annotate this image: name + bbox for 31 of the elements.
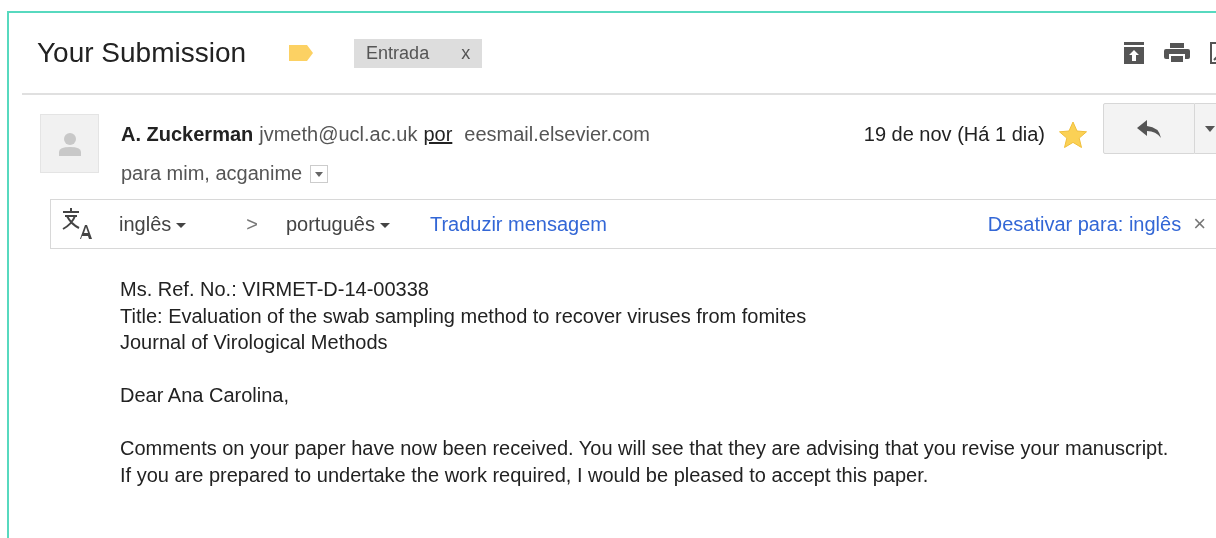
email-subject: Your Submission (37, 37, 247, 69)
star-icon[interactable] (1059, 120, 1087, 148)
reply-button[interactable] (1103, 103, 1195, 154)
details-dropdown[interactable] (310, 164, 329, 183)
message-line: Title: Evaluation of the swab sampling method to recover viruses from fomites (120, 303, 808, 329)
remove-label-button[interactable]: x (461, 42, 471, 64)
target-language-dropdown[interactable]: português (285, 212, 390, 236)
message-line: Ms. Ref. No.: VIRMET-D-14-00338 (120, 277, 430, 302)
recipients: para mim, acganime (121, 162, 303, 184)
chevron-separator: > (246, 212, 258, 236)
caret-icon (1205, 125, 1215, 132)
archive-icon[interactable] (1124, 42, 1144, 64)
message-line: Comments on your paper have now been received. You will see that they are advising that you revise your manuscript. If you are prepared to undertake the work required, I would be pleased to accept this paper. (120, 436, 1170, 488)
via-link[interactable]: por (423, 122, 453, 146)
message-line: Dear Ana Carolina, (120, 383, 290, 408)
sender-name: A. Zuckerman (121, 122, 254, 146)
print-icon[interactable] (1164, 43, 1190, 63)
translate-icon (61, 207, 93, 241)
translate-message-link[interactable]: Traduzir mensagem (429, 212, 608, 236)
source-language-dropdown[interactable]: inglês (119, 212, 187, 236)
email-date: 19 de nov (Há 1 dia) (863, 122, 1045, 146)
reply-icon (1137, 119, 1161, 138)
close-button[interactable]: × (1193, 211, 1206, 237)
disable-translation-link[interactable]: Desativar para: inglês (987, 212, 1182, 236)
label-tag-icon (288, 44, 315, 62)
sender-email: jvmeth@ucl.ac.uk (259, 122, 418, 146)
person-icon (58, 131, 81, 156)
label-text: Entrada (366, 42, 430, 64)
message-line: Journal of Virological Methods (120, 330, 389, 355)
caret-icon (315, 171, 324, 177)
sender-domain: eesmail.elsevier.com (464, 122, 650, 146)
